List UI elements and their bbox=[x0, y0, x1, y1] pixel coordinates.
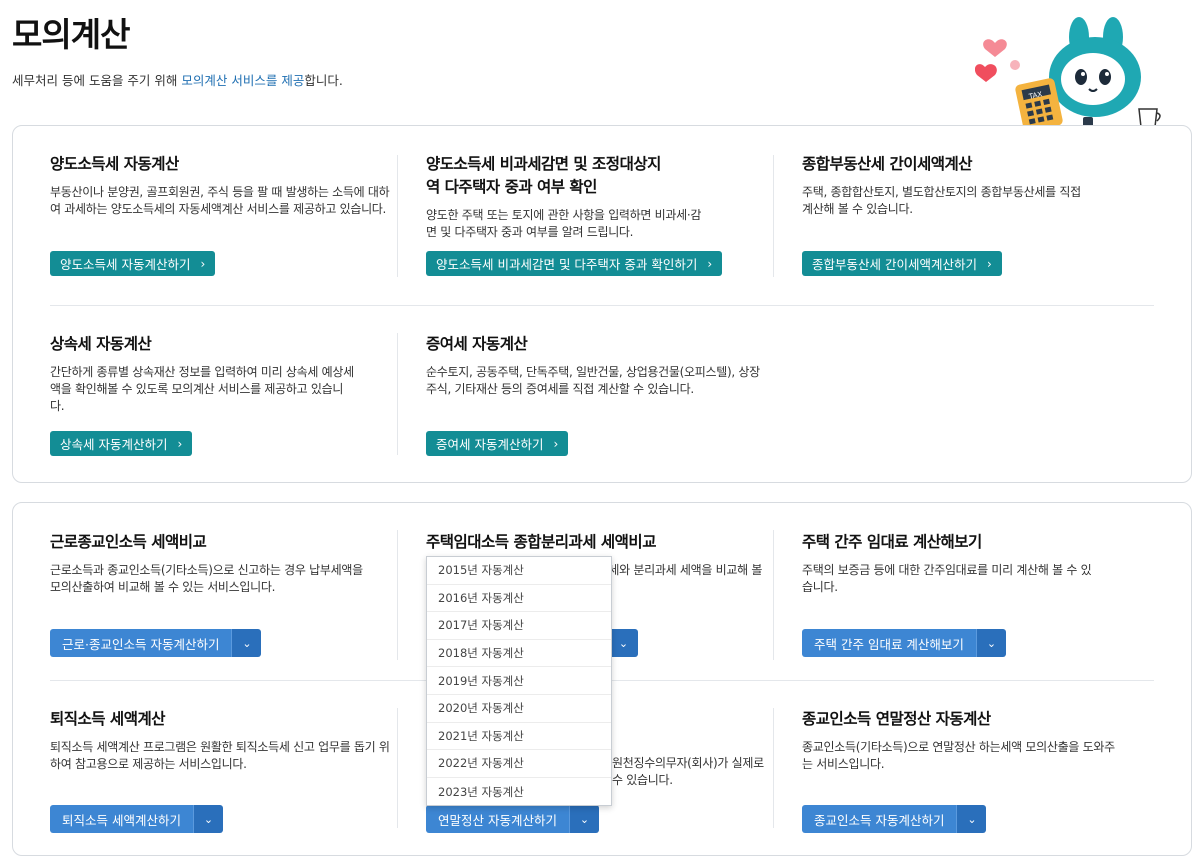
page-description-pre: 세무처리 등에 도움을 주기 위해 bbox=[12, 73, 182, 88]
page-title: 모의계산 bbox=[12, 15, 130, 54]
card-title: 주택 간주 임대료 계산해보기 bbox=[802, 533, 982, 551]
mascot-illustration: TAX bbox=[975, 17, 1161, 130]
card-title: 종합부동산세 간이세액계산 bbox=[802, 155, 973, 173]
dropdown-option-2023[interactable]: 2023년 자동계산 bbox=[427, 778, 611, 806]
earned-religious-split-button: 근로·종교인소득 자동계산하기 ⌄ bbox=[50, 629, 262, 657]
card-year-end-settlement: 원천징수의무자(회사)가 실제로 수 있습니다. bbox=[612, 755, 772, 789]
card-title: 퇴직소득 세액계산 bbox=[50, 710, 165, 728]
card-comprehensive-property-tax: 종합부동산세 간이세액계산 주택, 종합합산토지, 별도합산토지의 종합부동산세… bbox=[802, 153, 1092, 218]
card-earned-religious-income: 근로종교인소득 세액비교 근로소득과 종교인소득(기타소득)으로 신고하는 경우… bbox=[50, 531, 370, 596]
chevron-down-icon[interactable]: ⌄ bbox=[608, 629, 638, 657]
dropdown-option-2021[interactable]: 2021년 자동계산 bbox=[427, 723, 611, 751]
chevron-right-icon: › bbox=[553, 436, 559, 451]
card-title: 증여세 자동계산 bbox=[426, 335, 528, 353]
religious-year-end-split-button: 종교인소득 자동계산하기 ⌄ bbox=[802, 805, 987, 833]
page-description-post: 합니다. bbox=[304, 73, 343, 88]
capital-gains-calc-button[interactable]: 양도소득세 자동계산하기 › bbox=[50, 251, 216, 276]
card-description: 원천징수의무자(회사)가 실제로 수 있습니다. bbox=[612, 756, 764, 787]
page-description-highlight: 모의계산 서비스를 제공 bbox=[181, 73, 305, 88]
retirement-split-button: 퇴직소득 세액계산하기 ⌄ bbox=[50, 805, 223, 833]
divider bbox=[397, 530, 398, 660]
earned-religious-calc-button[interactable]: 근로·종교인소득 자동계산하기 bbox=[50, 629, 232, 657]
divider bbox=[773, 155, 774, 277]
card-capital-gains-tax: 양도소득세 자동계산 부동산이나 분양권, 골프회원권, 주식 등을 팔 때 발… bbox=[50, 153, 400, 218]
deemed-rent-split-button: 주택 간주 임대료 계산해보기 ⌄ bbox=[802, 629, 1006, 657]
card-inheritance-tax: 상속세 자동계산 간단하게 종류별 상속재산 정보를 입력하여 미리 상속세 예… bbox=[50, 333, 355, 415]
card-title: 근로종교인소득 세액비교 bbox=[50, 533, 207, 551]
card-deemed-rent: 주택 간주 임대료 계산해보기 주택의 보증금 등에 대한 간주임대료를 미리 … bbox=[802, 531, 1092, 596]
button-label: 양도소득세 자동계산하기 bbox=[60, 257, 191, 272]
year-end-split-button: 연말정산 자동계산하기 ⌄ bbox=[426, 805, 599, 833]
housing-rental-split-button: ⌄ bbox=[608, 629, 638, 657]
divider bbox=[397, 708, 398, 828]
card-title: 양도소득세 비과세감면 및 조정대상지역 다주택자 중과 여부 확인 bbox=[426, 155, 661, 196]
dropdown-option-2016[interactable]: 2016년 자동계산 bbox=[427, 585, 611, 613]
divider bbox=[773, 708, 774, 828]
chevron-right-icon: › bbox=[986, 256, 992, 271]
chevron-right-icon: › bbox=[707, 256, 713, 271]
button-label: 종합부동산세 간이세액계산하기 bbox=[812, 257, 977, 272]
card-title: 양도소득세 자동계산 bbox=[50, 155, 179, 173]
religious-year-end-calc-button[interactable]: 종교인소득 자동계산하기 bbox=[802, 805, 957, 833]
card-title: 상속세 자동계산 bbox=[50, 335, 152, 353]
card-title: 종교인소득 연말정산 자동계산 bbox=[802, 710, 991, 728]
divider bbox=[397, 333, 398, 455]
card-gift-tax: 증여세 자동계산 순수토지, 공동주택, 단독주택, 일반건물, 상업용건물(오… bbox=[426, 333, 766, 398]
deemed-rent-calc-button[interactable]: 주택 간주 임대료 계산해보기 bbox=[802, 629, 976, 657]
heart-icon bbox=[983, 39, 1007, 57]
chevron-right-icon: › bbox=[200, 256, 206, 271]
retirement-calc-button[interactable]: 퇴직소득 세액계산하기 bbox=[50, 805, 193, 833]
card-description: 양도한 주택 또는 토지에 관한 사항을 입력하면 비과세·감면 및 다주택자 … bbox=[426, 208, 702, 239]
chevron-down-icon[interactable]: ⌄ bbox=[568, 805, 599, 833]
year-end-calc-button[interactable]: 연말정산 자동계산하기 bbox=[426, 805, 569, 833]
card-retirement-income: 퇴직소득 세액계산 퇴직소득 세액계산 프로그램은 원활한 퇴직소득세 신고 업… bbox=[50, 708, 390, 773]
chevron-down-icon[interactable]: ⌄ bbox=[956, 805, 987, 833]
dropdown-option-2022[interactable]: 2022년 자동계산 bbox=[427, 750, 611, 778]
card-description: 간단하게 종류별 상속재산 정보를 입력하여 미리 상속세 예상세액을 확인해볼… bbox=[50, 365, 354, 413]
heart-icon bbox=[975, 64, 997, 82]
page-description: 세무처리 등에 도움을 주기 위해 모의계산 서비스를 제공합니다. bbox=[12, 70, 343, 89]
divider bbox=[50, 305, 1154, 306]
button-label: 증여세 자동계산하기 bbox=[436, 437, 544, 452]
dropdown-option-2018[interactable]: 2018년 자동계산 bbox=[427, 640, 611, 668]
card-capital-gains-exemption: 양도소득세 비과세감면 및 조정대상지역 다주택자 중과 여부 확인 양도한 주… bbox=[426, 153, 771, 241]
card-description: 주택, 종합합산토지, 별도합산토지의 종합부동산세를 직접 계산해 볼 수 있… bbox=[802, 185, 1081, 216]
card-description: 퇴직소득 세액계산 프로그램은 원활한 퇴직소득세 신고 업무를 돕기 위하여 … bbox=[50, 740, 390, 771]
inheritance-calc-button[interactable]: 상속세 자동계산하기 › bbox=[50, 431, 193, 456]
dropdown-option-2015[interactable]: 2015년 자동계산 bbox=[427, 557, 611, 585]
dropdown-option-2020[interactable]: 2020년 자동계산 bbox=[427, 695, 611, 723]
button-label: 양도소득세 비과세감면 및 다주택자 중과 확인하기 bbox=[436, 257, 698, 272]
dropdown-option-2017[interactable]: 2017년 자동계산 bbox=[427, 612, 611, 640]
chevron-right-icon: › bbox=[177, 436, 183, 451]
divider bbox=[773, 530, 774, 660]
card-description: 종교인소득(기타소득)으로 연말정산 하는세액 모의산출을 도와주는 서비스입니… bbox=[802, 740, 1115, 771]
card-title: 주택임대소득 종합분리과세 세액비교 bbox=[426, 533, 656, 551]
button-label: 상속세 자동계산하기 bbox=[60, 437, 168, 452]
card-description: 주택의 보증금 등에 대한 간주임대료를 미리 계산해 볼 수 있습니다. bbox=[802, 563, 1092, 594]
property-tax-calc-button[interactable]: 종합부동산세 간이세액계산하기 › bbox=[802, 251, 1002, 276]
card-description: 순수토지, 공동주택, 단독주택, 일반건물, 상업용건물(오피스텔), 상장주… bbox=[426, 365, 760, 396]
gift-tax-calc-button[interactable]: 증여세 자동계산하기 › bbox=[426, 431, 569, 456]
dropdown-option-2019[interactable]: 2019년 자동계산 bbox=[427, 667, 611, 695]
chevron-down-icon[interactable]: ⌄ bbox=[975, 629, 1006, 657]
exemption-check-button[interactable]: 양도소득세 비과세감면 및 다주택자 중과 확인하기 › bbox=[426, 251, 723, 276]
chevron-down-icon[interactable]: ⌄ bbox=[231, 629, 262, 657]
card-description: 근로소득과 종교인소득(기타소득)으로 신고하는 경우 납부세액을 모의산출하여… bbox=[50, 563, 363, 594]
year-select-dropdown: 2015년 자동계산 2016년 자동계산 2017년 자동계산 2018년 자… bbox=[426, 556, 612, 806]
card-description: 부동산이나 분양권, 골프회원권, 주식 등을 팔 때 발생하는 소득에 대하여… bbox=[50, 185, 390, 216]
chevron-down-icon[interactable]: ⌄ bbox=[192, 805, 223, 833]
card-religious-year-end: 종교인소득 연말정산 자동계산 종교인소득(기타소득)으로 연말정산 하는세액 … bbox=[802, 708, 1122, 773]
